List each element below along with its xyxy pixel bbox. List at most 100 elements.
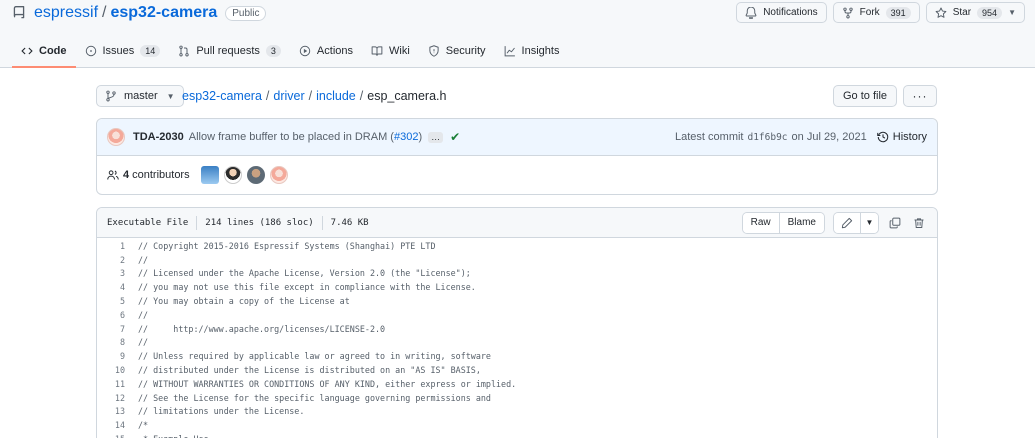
bell-icon <box>745 6 757 19</box>
breadcrumb-separator: / <box>359 89 364 103</box>
file-type: Executable File <box>107 217 189 228</box>
tab-security[interactable]: Security <box>419 36 495 66</box>
line-content: // you may not use this file except in c… <box>138 282 476 293</box>
line-number[interactable]: 5 <box>97 296 125 306</box>
repo-owner-link[interactable]: espressif <box>34 4 98 22</box>
code-line: 11 // WITHOUT WARRANTIES OR CONDITIONS OF… <box>97 377 937 391</box>
line-content: // distributed under the License is dist… <box>138 365 481 376</box>
copy-icon <box>889 217 901 228</box>
code-line: 1 // Copyright 2015-2016 Espressif System… <box>97 239 937 253</box>
tab-pull-requests[interactable]: Pull requests 3 <box>169 36 290 66</box>
copy-button[interactable] <box>887 215 903 231</box>
repo-icon <box>13 6 25 19</box>
fork-label: Fork <box>859 7 880 18</box>
edit-group: ▼ <box>833 211 879 234</box>
notifications-button[interactable]: Notifications <box>736 2 827 23</box>
chevron-down-icon[interactable]: ▼ <box>1008 8 1016 17</box>
edit-button[interactable] <box>834 212 860 233</box>
expand-commit-button[interactable]: … <box>428 131 444 143</box>
line-number[interactable]: 9 <box>97 351 125 361</box>
code-line: 9 // Unless required by applicable law or… <box>97 349 937 363</box>
avatar[interactable] <box>269 166 288 184</box>
chevron-down-icon: ▼ <box>166 91 175 101</box>
repo-actions: Notifications Fork 391 Star 954 ▼ <box>736 2 1025 23</box>
commit-sha-link[interactable]: d1f6b9c <box>747 132 787 143</box>
code-line: 5 // You may obtain a copy of the License… <box>97 294 937 308</box>
line-number[interactable]: 15 <box>97 434 125 438</box>
file-header: Executable File 214 lines (186 sloc) 7.4… <box>97 208 937 238</box>
line-content: // Copyright 2015-2016 Espressif Systems… <box>138 240 436 251</box>
people-icon <box>107 170 119 180</box>
line-number[interactable]: 1 <box>97 241 125 251</box>
commit-pr-link[interactable]: #302 <box>394 131 418 143</box>
contributors-count[interactable]: 4 <box>123 169 129 181</box>
commit-author-link[interactable]: TDA-2030 <box>133 131 184 143</box>
line-number[interactable]: 7 <box>97 324 125 334</box>
file-info: Executable File 214 lines (186 sloc) 7.4… <box>107 215 369 230</box>
file-size: 7.46 KB <box>330 217 369 228</box>
more-options-button[interactable]: ··· <box>903 85 937 107</box>
edit-options-dropdown[interactable]: ▼ <box>860 212 878 233</box>
tab-issues-label: Issues <box>102 45 135 57</box>
line-number[interactable]: 8 <box>97 337 125 347</box>
history-link[interactable]: History <box>876 131 927 143</box>
divider <box>321 215 323 230</box>
breadcrumb-current-file: esp_camera.h <box>367 89 447 103</box>
line-number[interactable]: 14 <box>97 420 125 430</box>
file-actions: Raw Blame ▼ <box>741 211 927 234</box>
pencil-icon <box>841 217 853 228</box>
shield-icon <box>429 45 439 57</box>
avatar[interactable] <box>107 128 125 146</box>
repo-separator: / <box>102 4 107 21</box>
commit-message-text: Allow frame buffer to be placed in DRAM … <box>188 131 394 143</box>
line-content: // WITHOUT WARRANTIES OR CONDITIONS OF A… <box>138 378 517 389</box>
line-number[interactable]: 10 <box>97 365 125 375</box>
tab-security-label: Security <box>445 45 486 57</box>
tab-insights[interactable]: Insights <box>495 36 569 66</box>
breadcrumb-repo-link[interactable]: esp32-camera <box>182 89 262 103</box>
history-label: History <box>892 131 927 143</box>
line-content: // http://www.apache.org/licenses/LICENS… <box>138 323 386 334</box>
line-content: // <box>138 254 149 265</box>
commit-meta: Latest commit d1f6b9c on Jul 29, 2021 Hi… <box>675 131 927 143</box>
line-number[interactable]: 3 <box>97 268 125 278</box>
check-icon[interactable]: ✔ <box>450 130 460 144</box>
chevron-down-icon: ▼ <box>865 218 874 227</box>
trash-icon <box>914 217 924 228</box>
line-number[interactable]: 4 <box>97 282 125 292</box>
go-to-file-button[interactable]: Go to file <box>833 85 897 107</box>
star-label: Star <box>952 7 972 18</box>
line-number[interactable]: 12 <box>97 393 125 403</box>
blame-button[interactable]: Blame <box>778 212 824 233</box>
raw-button[interactable]: Raw <box>742 212 779 233</box>
avatar[interactable] <box>200 166 219 184</box>
repo-name-link[interactable]: esp32-camera <box>110 4 217 22</box>
tab-wiki[interactable]: Wiki <box>362 36 419 66</box>
fork-button[interactable]: Fork 391 <box>832 2 920 23</box>
branch-select-button[interactable]: master ▼ <box>96 85 184 107</box>
line-number[interactable]: 2 <box>97 255 125 265</box>
contributors-label[interactable]: contributors <box>132 169 189 181</box>
history-icon <box>876 131 888 143</box>
tab-issues[interactable]: Issues 14 <box>76 36 170 66</box>
line-number[interactable]: 11 <box>97 379 125 389</box>
star-count: 954 <box>977 6 1003 19</box>
commit-date: on Jul 29, 2021 <box>791 131 867 143</box>
breadcrumb-include-link[interactable]: include <box>316 89 356 103</box>
commit-message[interactable]: Allow frame buffer to be placed in DRAM … <box>189 131 422 143</box>
branch-icon <box>106 90 116 102</box>
star-button[interactable]: Star 954 ▼ <box>925 2 1025 23</box>
breadcrumb-separator: / <box>265 89 270 103</box>
avatar[interactable] <box>223 166 242 184</box>
line-number[interactable]: 6 <box>97 310 125 320</box>
breadcrumb-driver-link[interactable]: driver <box>273 89 304 103</box>
tab-code-label: Code <box>39 45 67 57</box>
tab-actions[interactable]: Actions <box>290 36 362 66</box>
line-number[interactable]: 13 <box>97 406 125 416</box>
tab-code[interactable]: Code <box>12 36 76 68</box>
repo-title: espressif / esp32-camera Public <box>12 3 267 23</box>
code-line: 10 // distributed under the License is di… <box>97 363 937 377</box>
raw-blame-group: Raw Blame <box>741 211 825 234</box>
avatar[interactable] <box>246 166 265 184</box>
delete-button[interactable] <box>911 215 927 231</box>
